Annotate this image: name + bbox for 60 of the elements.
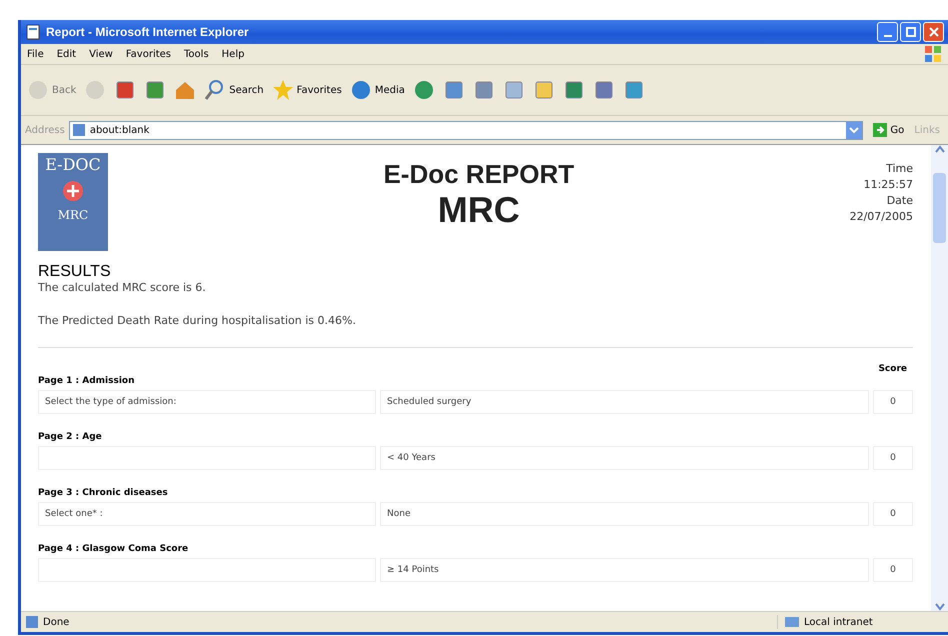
section-title: Page 1 : Admission xyxy=(38,376,136,386)
maximize-icon xyxy=(906,27,916,37)
score-cell: 0 xyxy=(873,558,913,582)
menu-item[interactable]: View xyxy=(89,48,113,60)
menu-item[interactable]: Help xyxy=(222,48,244,60)
section-title: Page 2 : Age xyxy=(38,432,103,442)
section-title: Page 4 : Glasgow Coma Score xyxy=(38,544,190,554)
menu-item[interactable]: Tools xyxy=(184,48,209,60)
meta-text: 22/07/2005 xyxy=(850,209,913,225)
score-heading: Score xyxy=(878,364,907,374)
home-button[interactable] xyxy=(174,79,196,101)
meta-text: Time xyxy=(886,161,913,177)
menu-item[interactable]: File xyxy=(27,48,44,60)
window-title: Report - Microsoft Internet Explorer xyxy=(46,25,249,39)
answer-cell: None xyxy=(380,502,869,526)
answer-cell: < 40 Years xyxy=(380,446,869,470)
minimize-icon xyxy=(884,35,892,37)
question-cell: Select the type of admission: xyxy=(38,390,376,414)
maximize-button[interactable] xyxy=(900,22,921,42)
meta-text: 11:25:57 xyxy=(864,177,913,193)
page-icon xyxy=(72,123,86,137)
answer-cell: ≥ 14 Points xyxy=(380,558,869,582)
score-cell: 0 xyxy=(873,446,913,470)
scrollbar[interactable] xyxy=(931,145,948,611)
scroll-thumb[interactable] xyxy=(933,173,946,243)
home-icon xyxy=(174,79,196,101)
logo: E-DOC MRC xyxy=(38,153,108,251)
answer-cell: Scheduled surgery xyxy=(380,390,869,414)
result-text: The Predicted Death Rate during hospitalisation is 0.46%. xyxy=(38,314,357,327)
report-title: E-Doc REPORT xyxy=(382,159,576,190)
minimize-button[interactable] xyxy=(877,22,898,42)
score-cell: 0 xyxy=(873,390,913,414)
meta-text: Date xyxy=(886,193,913,209)
section-title: Page 3 : Chronic diseases xyxy=(38,488,169,498)
address-label: Address xyxy=(25,124,65,136)
menu-item[interactable]: Edit xyxy=(56,48,76,60)
question-cell: Select one* : xyxy=(38,502,376,526)
favorites-button[interactable]: Favorites xyxy=(272,79,342,101)
dropdown-icon xyxy=(846,122,862,138)
go-button[interactable]: Go xyxy=(867,123,910,137)
address-field[interactable]: about:blank xyxy=(68,120,864,140)
favorites-icon xyxy=(272,79,294,101)
scroll-down-icon[interactable] xyxy=(934,603,944,611)
report-subtitle: MRC xyxy=(436,190,521,230)
results-heading: RESULTS xyxy=(38,263,112,281)
media-button[interactable]: Media xyxy=(350,79,405,101)
page-icon xyxy=(25,24,41,40)
menu-item[interactable]: Favorites xyxy=(126,48,172,60)
network-icon xyxy=(784,615,800,629)
status-text: Done xyxy=(43,616,70,628)
page-icon xyxy=(25,615,39,629)
scroll-up-icon[interactable] xyxy=(934,145,944,153)
close-icon xyxy=(928,27,938,37)
windows-logo-icon xyxy=(924,45,942,63)
result-text: The calculated MRC score is 6. xyxy=(38,281,207,294)
score-cell: 0 xyxy=(873,502,913,526)
go-arrow-icon xyxy=(873,123,888,137)
close-button[interactable] xyxy=(923,22,944,42)
search-button[interactable]: Search xyxy=(204,79,264,101)
zone-text: Local intranet xyxy=(804,616,873,628)
